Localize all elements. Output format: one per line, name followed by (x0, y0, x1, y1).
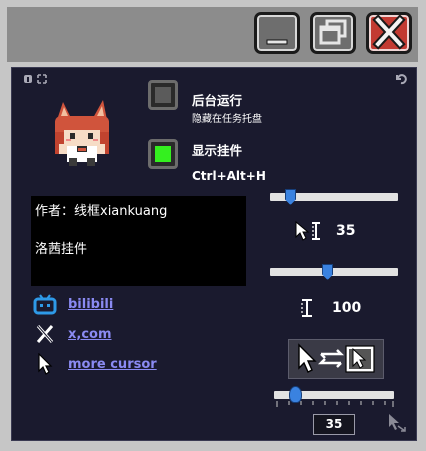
text-cursor-size-slider[interactable] (270, 268, 398, 276)
x-link-text[interactable]: x,com (68, 327, 112, 342)
corner-icons (23, 74, 47, 84)
more-cursor-link-text[interactable]: more cursor (68, 357, 157, 372)
cursor-size-readout: 35 (294, 220, 355, 242)
close-button[interactable] (366, 12, 412, 54)
link-more-cursor[interactable]: more cursor (33, 352, 157, 376)
background-run-label: 后台运行 (192, 93, 243, 108)
cursor-size-value: 35 (336, 223, 356, 239)
pendant-size-input[interactable]: 35 (313, 414, 355, 435)
fullscreen-icon[interactable] (37, 74, 47, 84)
author-line: 作者：线框xiankuang (35, 204, 168, 219)
text-cursor-icon (301, 299, 312, 317)
bilibili-link-text[interactable]: bilibili (68, 297, 113, 312)
cursor-icon (38, 353, 53, 375)
close-icon (372, 15, 406, 50)
link-bilibili[interactable]: bilibili (33, 292, 113, 316)
reset-icon[interactable] (395, 73, 407, 85)
background-run-sublabel: 隐藏在任务托盘 (192, 114, 262, 125)
pendant-size-ticks (276, 401, 394, 407)
cursor-text-icon (295, 220, 320, 241)
bilibili-icon (33, 294, 57, 315)
toggle-indicator-off (155, 87, 171, 103)
text-cursor-size-value: 100 (332, 300, 362, 316)
swap-cursor-button[interactable] (288, 339, 384, 379)
show-pendant-shortcut: Ctrl+Alt+H (192, 169, 266, 183)
info-icon[interactable] (23, 74, 33, 84)
toggle-indicator-on (155, 146, 171, 162)
link-x[interactable]: x,com (33, 322, 112, 346)
restore-icon (319, 19, 347, 45)
maximize-button[interactable] (310, 12, 356, 54)
minimize-button[interactable] (254, 12, 300, 54)
show-pendant-label: 显示挂件 (192, 143, 243, 158)
title-bar[interactable] (7, 7, 418, 62)
info-box: 作者：线框xiankuang 洛茜挂件 (31, 196, 246, 286)
swap-cursor-icon (298, 343, 375, 373)
background-run-toggle[interactable] (148, 80, 178, 110)
minimize-icon (266, 39, 288, 45)
x-icon (36, 325, 54, 343)
show-pendant-toggle[interactable] (148, 139, 178, 169)
pendant-avatar (55, 100, 109, 166)
cursor-resize-icon (389, 414, 406, 432)
pendant-name: 洛茜挂件 (35, 242, 88, 257)
text-cursor-size-readout: 100 (298, 297, 361, 319)
